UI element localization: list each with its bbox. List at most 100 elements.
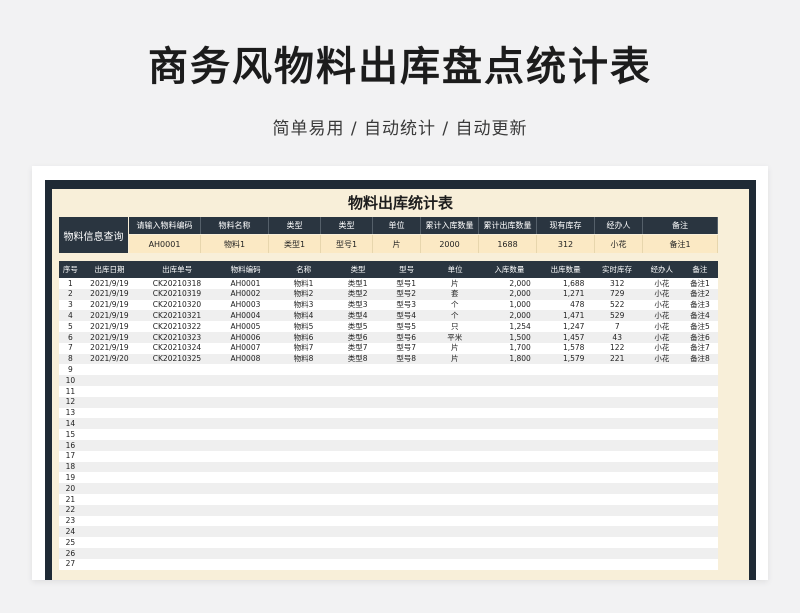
table-cell[interactable] [274, 483, 333, 494]
table-cell[interactable]: 14 [59, 418, 82, 429]
table-cell[interactable] [382, 451, 430, 462]
table-cell[interactable] [217, 537, 274, 548]
table-cell[interactable] [592, 418, 641, 429]
table-cell[interactable]: 物料6 [274, 332, 333, 343]
table-cell[interactable] [217, 548, 274, 559]
table-cell[interactable]: 1,500 [479, 332, 538, 343]
table-cell[interactable] [333, 375, 382, 386]
table-cell[interactable] [382, 559, 430, 570]
table-cell[interactable]: CK20210323 [137, 332, 217, 343]
table-cell[interactable] [642, 526, 682, 537]
table-cell[interactable] [430, 462, 479, 473]
table-cell[interactable] [430, 516, 479, 527]
table-cell[interactable] [274, 364, 333, 375]
table-cell[interactable] [333, 462, 382, 473]
table-cell[interactable]: 522 [592, 300, 641, 311]
table-cell[interactable] [137, 537, 217, 548]
table-cell[interactable] [82, 494, 137, 505]
table-cell[interactable] [479, 483, 538, 494]
table-cell[interactable]: 2021/9/20 [82, 354, 137, 365]
table-cell[interactable]: 18 [59, 462, 82, 473]
table-cell[interactable] [539, 418, 593, 429]
table-cell[interactable]: 1,578 [539, 343, 593, 354]
material-code-input[interactable]: AH0001 [129, 235, 201, 253]
table-cell[interactable] [642, 397, 682, 408]
table-cell[interactable]: 类型2 [333, 289, 382, 300]
table-cell[interactable] [642, 472, 682, 483]
table-cell[interactable] [217, 472, 274, 483]
table-cell[interactable]: 物料5 [274, 321, 333, 332]
table-cell[interactable]: 片 [430, 343, 479, 354]
table-cell[interactable] [430, 364, 479, 375]
table-cell[interactable] [137, 397, 217, 408]
table-cell[interactable] [137, 516, 217, 527]
table-cell[interactable] [592, 375, 641, 386]
table-cell[interactable] [274, 451, 333, 462]
table-cell[interactable] [682, 429, 718, 440]
table-cell[interactable] [642, 451, 682, 462]
table-cell[interactable] [430, 397, 479, 408]
table-cell[interactable] [274, 440, 333, 451]
table-cell[interactable] [82, 418, 137, 429]
table-cell[interactable] [479, 386, 538, 397]
table-cell[interactable] [592, 516, 641, 527]
table-cell[interactable]: 27 [59, 559, 82, 570]
table-cell[interactable] [682, 451, 718, 462]
table-cell[interactable]: 小花 [642, 354, 682, 365]
table-cell[interactable]: 2,000 [479, 289, 538, 300]
table-cell[interactable]: 物料4 [274, 310, 333, 321]
table-cell[interactable]: 23 [59, 516, 82, 527]
table-cell[interactable]: 13 [59, 408, 82, 419]
table-cell[interactable]: CK20210322 [137, 321, 217, 332]
table-cell[interactable]: 备注4 [682, 310, 718, 321]
table-cell[interactable]: CK20210318 [137, 278, 217, 289]
table-cell[interactable]: 型号2 [382, 289, 430, 300]
table-cell[interactable]: 21 [59, 494, 82, 505]
table-cell[interactable]: 类型4 [333, 310, 382, 321]
table-cell[interactable] [430, 483, 479, 494]
table-cell[interactable] [539, 472, 593, 483]
table-cell[interactable] [642, 494, 682, 505]
table-cell[interactable] [333, 537, 382, 548]
table-cell[interactable]: 17 [59, 451, 82, 462]
table-cell[interactable]: 10 [59, 375, 82, 386]
table-cell[interactable]: 型号6 [382, 332, 430, 343]
table-cell[interactable]: 7 [592, 321, 641, 332]
table-cell[interactable] [430, 451, 479, 462]
table-cell[interactable]: AH0007 [217, 343, 274, 354]
table-cell[interactable] [137, 375, 217, 386]
table-cell[interactable] [430, 537, 479, 548]
table-cell[interactable]: 物料1 [274, 278, 333, 289]
table-cell[interactable] [82, 397, 137, 408]
table-cell[interactable] [382, 408, 430, 419]
table-cell[interactable]: 2021/9/19 [82, 310, 137, 321]
table-cell[interactable] [479, 429, 538, 440]
table-cell[interactable] [539, 451, 593, 462]
table-cell[interactable] [137, 364, 217, 375]
table-cell[interactable] [217, 505, 274, 516]
table-cell[interactable]: 4 [59, 310, 82, 321]
table-cell[interactable] [682, 386, 718, 397]
table-cell[interactable] [82, 526, 137, 537]
table-cell[interactable] [333, 526, 382, 537]
table-cell[interactable] [137, 429, 217, 440]
table-cell[interactable]: 1,247 [539, 321, 593, 332]
table-cell[interactable]: 备注6 [682, 332, 718, 343]
table-cell[interactable]: 备注5 [682, 321, 718, 332]
table-cell[interactable] [479, 397, 538, 408]
table-cell[interactable] [430, 559, 479, 570]
table-cell[interactable] [539, 397, 593, 408]
table-cell[interactable] [479, 494, 538, 505]
table-cell[interactable] [333, 408, 382, 419]
table-cell[interactable] [642, 462, 682, 473]
table-cell[interactable] [82, 462, 137, 473]
table-cell[interactable] [682, 440, 718, 451]
table-cell[interactable] [137, 505, 217, 516]
table-cell[interactable] [82, 483, 137, 494]
table-cell[interactable]: 729 [592, 289, 641, 300]
table-cell[interactable] [333, 418, 382, 429]
table-cell[interactable]: 型号4 [382, 310, 430, 321]
table-cell[interactable] [137, 451, 217, 462]
table-cell[interactable] [539, 537, 593, 548]
table-cell[interactable]: AH0008 [217, 354, 274, 365]
